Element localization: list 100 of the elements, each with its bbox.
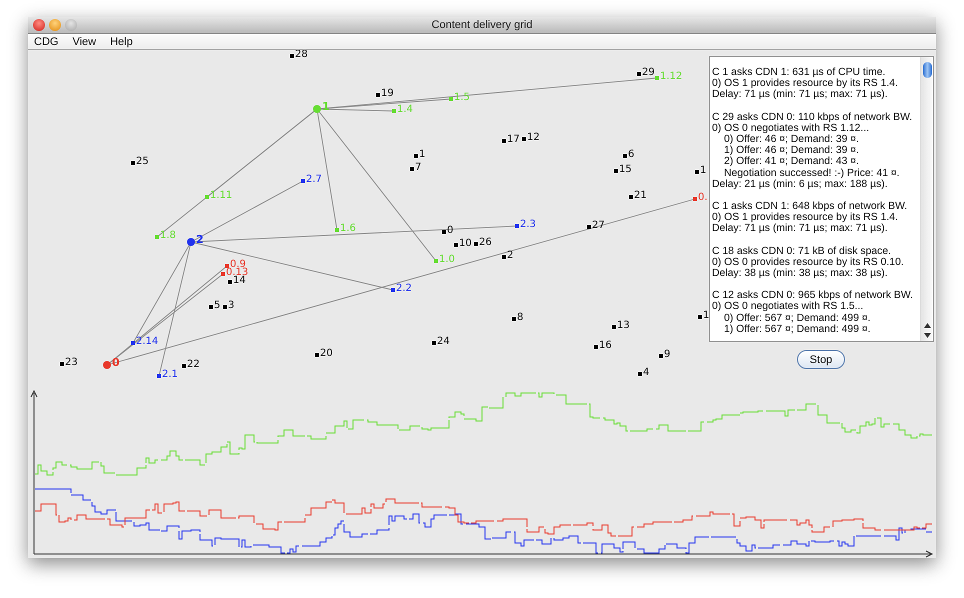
node-marker[interactable] — [594, 345, 598, 349]
hub-node[interactable] — [103, 361, 111, 369]
log-line: 0) OS 0 negotiates with RS 1.5... — [712, 301, 864, 313]
node-marker[interactable] — [454, 243, 458, 247]
node-marker[interactable] — [392, 109, 396, 113]
menu-item[interactable]: Help — [110, 36, 133, 48]
node-marker[interactable] — [410, 167, 414, 171]
node-marker[interactable] — [623, 154, 627, 158]
log-line: 0) OS 1 provides resource by its RS 1.4. — [712, 78, 899, 90]
node-label: 2 — [507, 250, 514, 261]
node-label: 6 — [628, 149, 634, 160]
node-label: 21 — [634, 190, 647, 201]
node-label: 15 — [619, 164, 632, 175]
log-line: 0) Offer: 567 ¤; Demand: 499 ¤. — [723, 312, 872, 324]
node-marker[interactable] — [335, 228, 339, 232]
zoom-button[interactable] — [65, 19, 77, 31]
node-label: 5 — [214, 300, 220, 311]
node-label: 1 — [419, 149, 426, 160]
node-marker[interactable] — [228, 280, 232, 284]
node-marker[interactable] — [614, 169, 618, 173]
node-marker[interactable] — [629, 195, 633, 199]
log-line: C 29 asks CDN 0: 110 kbps of network BW. — [712, 112, 914, 123]
log-line: 1) Offer: 46 ¤; Demand: 39 ¤. — [723, 145, 860, 156]
node-marker[interactable] — [638, 372, 642, 376]
node-label: 1.5 — [454, 92, 470, 103]
node-label: 1.4 — [397, 104, 413, 115]
log-line: Delay: 71 µs (min: 71 µs; max: 71 µs). — [712, 89, 889, 101]
node-marker[interactable] — [522, 137, 526, 141]
node-marker[interactable] — [659, 354, 663, 358]
node-marker[interactable] — [695, 170, 699, 174]
node-label: 7 — [415, 162, 422, 173]
node-label: 1 — [703, 310, 710, 321]
node-marker[interactable] — [221, 272, 225, 276]
node-marker[interactable] — [414, 154, 418, 158]
node-marker[interactable] — [209, 305, 213, 309]
node-marker[interactable] — [612, 325, 616, 329]
log-line: Negotiation successed! :-) Price: 41 ¤. — [724, 168, 901, 179]
node-marker[interactable] — [131, 341, 135, 345]
node-marker[interactable] — [434, 259, 438, 263]
node-marker[interactable] — [587, 225, 591, 229]
node-marker[interactable] — [474, 242, 478, 246]
node-label: 0 — [447, 225, 454, 236]
log-line: C 18 asks CDN 0: 71 kB of disk space. — [712, 246, 892, 257]
node-marker[interactable] — [155, 235, 159, 239]
hub-node[interactable] — [313, 105, 321, 113]
node-marker[interactable] — [290, 54, 294, 58]
node-label: 2.14 — [136, 336, 158, 347]
stop-button[interactable]: Stop — [797, 350, 845, 369]
node-label: 20 — [320, 348, 333, 359]
node-marker[interactable] — [376, 93, 380, 97]
node-label: 19 — [381, 88, 394, 99]
hub-label: 2 — [196, 233, 204, 246]
node-label: 1.11 — [210, 190, 232, 201]
node-label: 13 — [617, 320, 630, 331]
node-marker[interactable] — [512, 317, 516, 321]
node-label: 24 — [437, 336, 450, 347]
log-line: 2) Offer: 41 ¤; Demand: 43 ¤. — [723, 156, 860, 168]
node-marker[interactable] — [637, 72, 641, 76]
node-marker[interactable] — [442, 230, 446, 234]
node-marker[interactable] — [223, 305, 227, 309]
log-line: 0) OS 0 negotiates with RS 1.12... — [712, 122, 870, 134]
node-marker[interactable] — [301, 179, 305, 183]
node-marker[interactable] — [432, 341, 436, 345]
node-marker[interactable] — [157, 374, 161, 378]
node-marker[interactable] — [391, 288, 395, 292]
menu-item[interactable]: View — [72, 36, 96, 48]
log-line: 0) OS 0 provides resource by its RS 0.10. — [712, 256, 905, 268]
node-marker[interactable] — [315, 353, 319, 357]
node-marker[interactable] — [205, 195, 209, 199]
node-marker[interactable] — [449, 97, 453, 101]
close-button[interactable] — [33, 19, 45, 31]
node-marker[interactable] — [515, 224, 519, 228]
node-label: 29 — [642, 67, 655, 78]
node-marker[interactable] — [502, 139, 506, 143]
scroll-up-icon[interactable] — [924, 323, 930, 328]
node-label: 8 — [517, 312, 524, 323]
node-label: 2.7 — [306, 174, 322, 185]
node-marker[interactable] — [225, 264, 229, 268]
scroll-thumb[interactable] — [922, 62, 932, 78]
menu-item[interactable]: CDG — [34, 36, 58, 48]
node-marker[interactable] — [693, 197, 697, 201]
minimize-button[interactable] — [49, 19, 61, 31]
node-marker[interactable] — [60, 362, 64, 366]
node-label: 9 — [664, 349, 670, 360]
node-marker[interactable] — [502, 255, 506, 259]
node-marker[interactable] — [698, 315, 702, 319]
node-label: 1.12 — [660, 71, 682, 82]
log-line: C 12 asks CDN 0: 965 kbps of network BW. — [712, 290, 914, 302]
scroll-down-icon[interactable] — [924, 333, 930, 338]
scrollbar[interactable] — [920, 57, 933, 341]
node-label: 1 — [700, 165, 706, 176]
node-label: 14 — [233, 275, 246, 286]
node-marker[interactable] — [182, 364, 186, 368]
hub-node[interactable] — [187, 238, 195, 246]
log-line: Delay: 71 µs (min: 71 µs; max: 71 µs). — [712, 223, 889, 235]
node-marker[interactable] — [655, 76, 659, 80]
node-label: 12 — [527, 132, 540, 143]
node-marker[interactable] — [131, 161, 135, 165]
node-label: 2.3 — [520, 219, 536, 230]
node-label: 1.6 — [340, 223, 356, 234]
